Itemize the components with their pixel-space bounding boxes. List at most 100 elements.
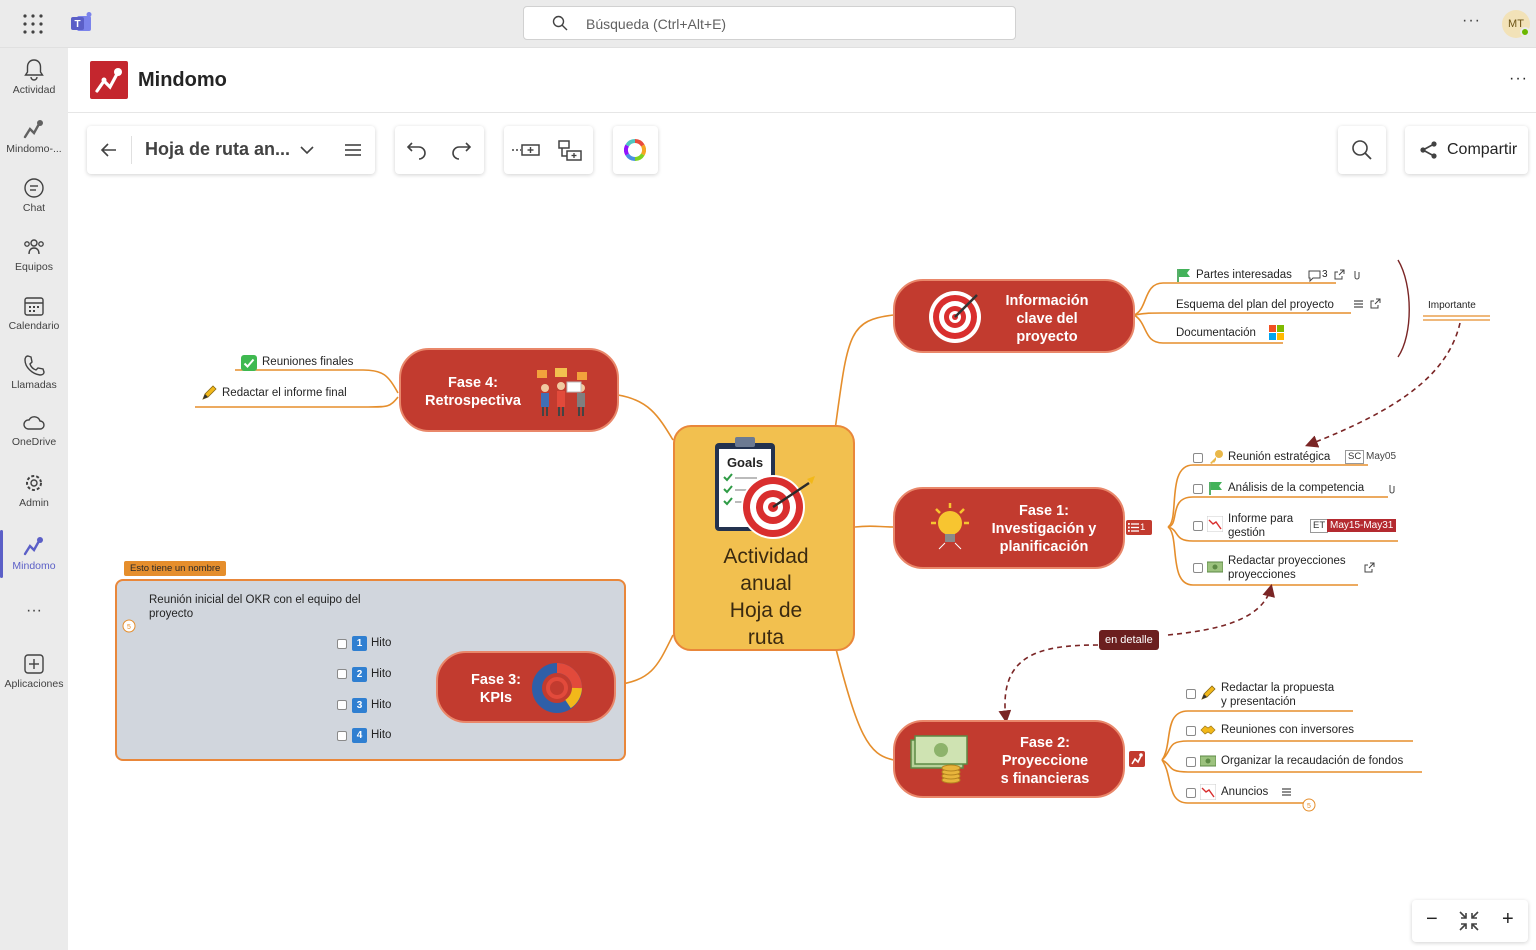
rail-item-admin[interactable]: Admin [0,465,68,521]
task-checkbox[interactable] [337,639,347,649]
collapse-toggle-icon[interactable]: 5 [122,619,136,633]
priority-1-icon: 1 [352,636,367,651]
back-button[interactable] [87,126,131,174]
settings-more-button[interactable]: ··· [1462,12,1481,30]
fit-to-screen-icon[interactable] [1458,910,1480,932]
leaf-partes-interesadas[interactable]: Partes interesadas [1196,269,1292,281]
undo-button[interactable] [395,126,439,174]
map-title-dropdown[interactable] [285,126,329,174]
task-checkbox[interactable] [1186,726,1196,736]
chat-icon [24,178,44,198]
leaf-reuniones-inversores[interactable]: Reuniones con inversores [1221,724,1354,736]
task-checkbox[interactable] [1193,521,1203,531]
rail-item-equipos[interactable]: Equipos [0,229,68,285]
leaf-analisis-competencia[interactable]: Análisis de la competencia [1228,482,1364,494]
rail-item-llamadas[interactable]: Llamadas [0,347,68,403]
rail-item-calendario[interactable]: Calendario [0,288,68,344]
leaf-esquema-plan[interactable]: Esquema del plan del proyecto [1176,299,1334,311]
notes-icon[interactable] [1281,787,1292,797]
map-title[interactable]: Hoja de ruta an... [145,139,290,160]
hito-label[interactable]: Hito [371,729,391,741]
group-label: Esto tiene un nombre [124,561,227,576]
topic-fase-3[interactable]: Fase 3: KPIs [436,651,616,723]
task-checkbox[interactable] [337,700,347,710]
leaf-redactar-propuesta[interactable]: Redactar la propuesta y presentación [1221,681,1351,709]
zoom-in-button[interactable]: + [1502,908,1514,931]
external-link-icon[interactable] [1364,562,1375,573]
attachment-icon[interactable] [1352,269,1362,280]
comment-icon[interactable] [1308,270,1321,282]
rail-item-chat[interactable]: Chat [0,170,68,226]
subtasks-badge[interactable]: 1 [1126,520,1152,535]
app-launcher-icon[interactable] [22,13,44,35]
topic-fase-4[interactable]: Fase 4: Retrospectiva [399,348,619,432]
microsoft-icon[interactable] [1269,325,1285,341]
add-topic-button[interactable] [504,126,548,174]
rail-item-aplicaciones[interactable]: Aplicaciones [0,646,68,702]
task-checkbox[interactable] [337,669,347,679]
rail-label: Calendario [8,320,60,332]
leaf-documentacion[interactable]: Documentación [1176,327,1256,339]
task-checkbox[interactable] [1186,757,1196,767]
hito-label[interactable]: Hito [371,699,391,711]
notes-icon[interactable] [1353,299,1364,309]
zoom-out-button[interactable]: − [1426,908,1438,931]
group-topic[interactable]: Reunión inicial del OKR con el equipo de… [149,593,409,621]
leaf-reuniones-finales[interactable]: Reuniones finales [262,356,353,368]
external-link-icon[interactable] [1370,298,1381,309]
search-input[interactable]: Búsqueda (Ctrl+Alt+E) [523,6,1016,40]
add-subtopic-button[interactable] [548,126,592,174]
leaf-line: Informe para [1228,513,1294,525]
rail-label: Admin [19,497,49,509]
task-checkbox[interactable] [1186,788,1196,798]
share-button[interactable]: Compartir [1405,126,1528,174]
search-icon [552,15,568,31]
collapse-toggle-icon[interactable]: 5 [1302,798,1316,812]
topic-informacion-clave[interactable]: Información clave del proyecto [893,279,1135,353]
topic-line: proyecto [1016,329,1078,345]
goals-label: Goals [727,455,763,470]
external-link-icon[interactable] [1334,269,1345,280]
resource-tag[interactable]: ET [1310,519,1329,533]
map-search-button[interactable] [1340,126,1384,174]
mindomo-link-icon[interactable] [1129,751,1145,767]
central-topic[interactable]: Goals Actividad anual Hoja de ruta [673,425,855,651]
callout-importante[interactable]: Importante [1428,300,1476,311]
leaf-line: Redactar la propuesta [1221,682,1335,694]
task-checkbox[interactable] [1193,484,1203,494]
leaf-redactar-proyecciones[interactable]: Redactar proyecciones proyecciones [1228,554,1358,582]
hito-label[interactable]: Hito [371,668,391,680]
money-icon [1207,561,1223,573]
due-date[interactable]: May05 [1366,451,1396,462]
leaf-anuncios[interactable]: Anuncios [1221,786,1268,798]
leaf-reunion-estrategica[interactable]: Reunión estratégica [1228,451,1330,463]
attachment-icon[interactable] [1387,483,1397,494]
task-checkbox[interactable] [1193,453,1203,463]
mind-map-canvas[interactable]: Esto tiene un nombre Reunión inicial del… [68,175,1536,950]
menu-button[interactable] [331,126,375,174]
task-checkbox[interactable] [1186,689,1196,699]
topic-fase-2[interactable]: Fase 2: Proyeccione s financieras [893,720,1125,798]
history-toolbar [395,126,484,174]
green-flag-icon [1177,269,1190,282]
leaf-informe-gestion[interactable]: Informe para gestión [1228,512,1312,540]
rail-item-onedrive[interactable]: OneDrive [0,406,68,462]
relationship-label[interactable]: en detalle [1099,630,1159,650]
topic-fase-1[interactable]: Fase 1: Investigación y planificación [893,487,1125,569]
app-more-button[interactable]: ··· [1509,70,1528,88]
theme-button[interactable] [613,126,657,174]
leaf-redactar-informe-final[interactable]: Redactar el informe final [222,387,347,399]
rail-item-mindomo[interactable]: Mindomo [0,528,68,584]
topic-line: Fase 3: [471,672,521,688]
rail-item-mindomo-pinned[interactable]: Mindomo-... [0,111,68,167]
redo-button[interactable] [439,126,483,174]
leaf-organizar-recaudacion[interactable]: Organizar la recaudación de fondos [1221,755,1403,767]
resource-tag[interactable]: SC [1345,450,1365,464]
due-date[interactable]: May15-May31 [1327,519,1397,532]
bell-icon [24,59,44,81]
hito-label[interactable]: Hito [371,637,391,649]
task-checkbox[interactable] [337,731,347,741]
task-checkbox[interactable] [1193,563,1203,573]
rail-item-more[interactable]: ··· [0,596,68,652]
rail-item-actividad[interactable]: Actividad [0,52,68,108]
